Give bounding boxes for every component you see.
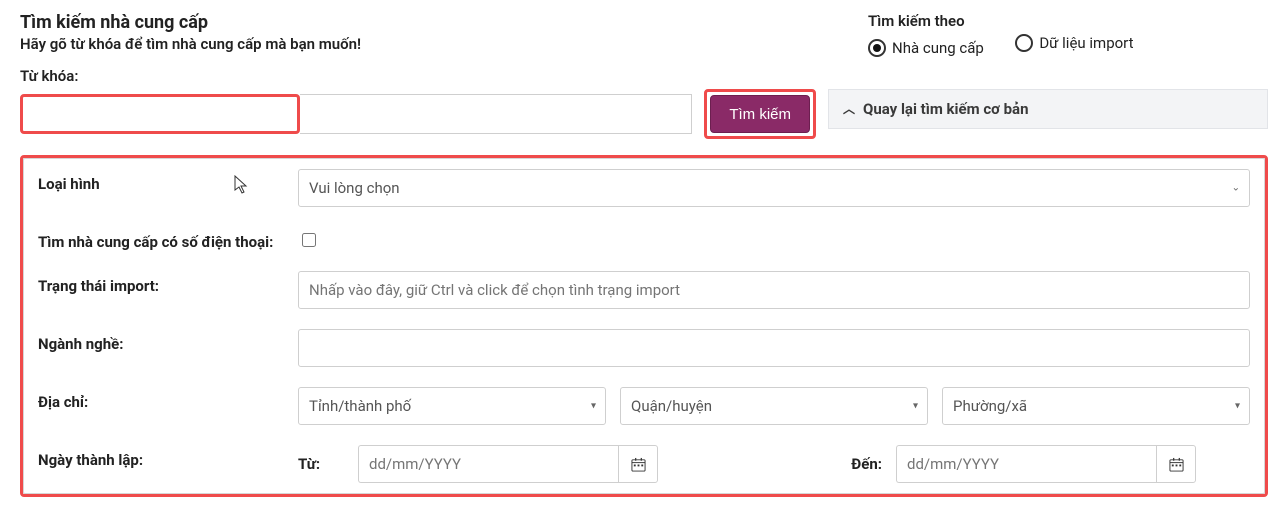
- radio-icon: [1015, 34, 1033, 52]
- address-label: Địa chỉ:: [38, 387, 298, 411]
- date-to-picker-button[interactable]: [1156, 445, 1196, 483]
- radio-supplier-label: Nhà cung cấp: [892, 39, 984, 57]
- import-status-input[interactable]: [298, 271, 1250, 309]
- import-status-label: Trạng thái import:: [38, 271, 298, 295]
- chevron-up-icon: ︿: [843, 103, 855, 115]
- industry-input[interactable]: [298, 329, 1250, 367]
- radio-import-data-label: Dữ liệu import: [1039, 34, 1133, 52]
- highlight-box: [20, 94, 300, 134]
- date-from-input[interactable]: [358, 445, 618, 483]
- has-phone-label: Tìm nhà cung cấp có số điện thoại:: [38, 227, 298, 251]
- toggle-basic-label: Quay lại tìm kiếm cơ bản: [863, 100, 1028, 118]
- date-from-label: Từ:: [298, 455, 344, 473]
- toggle-basic-search[interactable]: ︿ Quay lại tìm kiếm cơ bản: [828, 89, 1268, 129]
- has-phone-checkbox[interactable]: [302, 233, 316, 247]
- search-by-label: Tìm kiếm theo: [868, 12, 1268, 30]
- page-title: Tìm kiếm nhà cung cấp: [20, 12, 848, 33]
- province-select[interactable]: Tỉnh/thành phố: [298, 387, 606, 425]
- highlight-box: Tìm kiếm: [704, 89, 816, 139]
- ward-select[interactable]: Phường/xã: [942, 387, 1250, 425]
- calendar-icon: [631, 457, 646, 472]
- district-select[interactable]: Quận/huyện: [620, 387, 928, 425]
- radio-import-data[interactable]: Dữ liệu import: [1015, 34, 1133, 52]
- calendar-icon: [1169, 457, 1184, 472]
- search-button[interactable]: Tìm kiếm: [710, 95, 810, 133]
- highlight-box: Loại hình Vui lòng chọn ⌄ Tìm nhà cung c…: [20, 155, 1268, 497]
- date-to-label: Đến:: [822, 455, 882, 473]
- date-to-input[interactable]: [896, 445, 1156, 483]
- established-label: Ngày thành lập:: [38, 445, 298, 469]
- page-subtitle: Hãy gõ từ khóa để tìm nhà cung cấp mà bạ…: [20, 35, 848, 53]
- type-select[interactable]: Vui lòng chọn: [298, 169, 1250, 207]
- date-from-picker-button[interactable]: [618, 445, 658, 483]
- type-label: Loại hình: [38, 169, 298, 193]
- keyword-label: Từ khóa:: [20, 67, 848, 85]
- radio-supplier[interactable]: Nhà cung cấp: [868, 39, 984, 57]
- industry-label: Ngành nghề:: [38, 329, 298, 353]
- radio-icon: [868, 39, 886, 57]
- keyword-input[interactable]: [300, 94, 692, 134]
